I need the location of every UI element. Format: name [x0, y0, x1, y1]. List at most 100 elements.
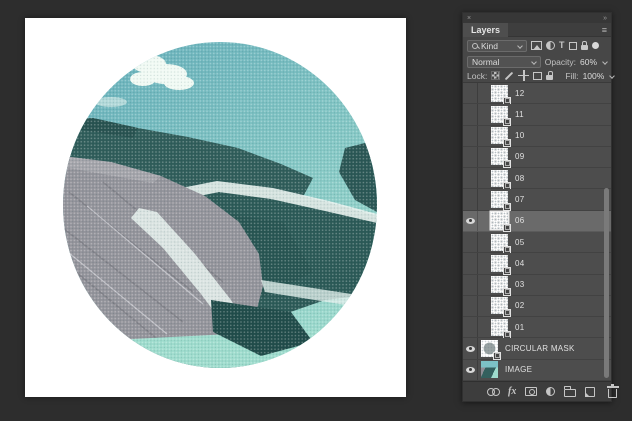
visibility-toggle[interactable] [463, 296, 478, 316]
lock-all-icon[interactable] [546, 75, 553, 80]
chevron-down-icon [517, 43, 523, 49]
layer-row[interactable]: 10 [463, 126, 611, 147]
panel-menu-icon[interactable]: ≡ [602, 25, 607, 35]
layer-thumbnail[interactable] [491, 170, 508, 187]
layer-name[interactable]: 07 [515, 195, 525, 204]
layer-name[interactable]: 03 [515, 280, 525, 289]
visibility-toggle[interactable] [463, 211, 478, 231]
visibility-toggle[interactable] [463, 189, 478, 209]
visibility-toggle[interactable] [463, 104, 478, 124]
add-layer-mask-icon[interactable] [525, 387, 537, 396]
chevron-down-icon [531, 59, 537, 65]
layer-row[interactable]: 09 [463, 147, 611, 168]
type-layer-filter-icon[interactable]: T [559, 41, 565, 50]
filter-kind-select[interactable]: Kind [467, 40, 527, 52]
layer-thumbnail[interactable] [491, 85, 508, 102]
lock-position-icon[interactable] [518, 70, 529, 81]
visibility-toggle[interactable] [463, 317, 478, 337]
visibility-toggle[interactable] [463, 126, 478, 146]
layer-name[interactable]: IMAGE [505, 365, 532, 374]
delete-layer-icon[interactable] [608, 389, 617, 398]
layer-thumbnail[interactable] [491, 297, 508, 314]
lock-artboard-icon[interactable] [533, 72, 542, 80]
layer-thumbnail[interactable] [481, 340, 498, 357]
scrollbar[interactable] [603, 83, 610, 381]
layer-thumbnail[interactable] [491, 255, 508, 272]
layer-row[interactable]: 04 [463, 253, 611, 274]
layer-row[interactable]: 11 [463, 104, 611, 125]
lock-label: Lock: [467, 71, 487, 81]
layer-name[interactable]: 08 [515, 174, 525, 183]
visibility-toggle[interactable] [463, 147, 478, 167]
visibility-toggle[interactable] [463, 168, 478, 188]
layer-thumbnail[interactable] [491, 106, 508, 123]
layer-thumbnail[interactable] [491, 191, 508, 208]
visibility-toggle[interactable] [463, 253, 478, 273]
layer-name[interactable]: 09 [515, 152, 525, 161]
layer-name[interactable]: 06 [515, 216, 525, 225]
visibility-toggle[interactable] [463, 360, 478, 380]
layer-name[interactable]: 01 [515, 323, 525, 332]
layer-row[interactable]: 01 [463, 317, 611, 338]
document-canvas[interactable] [25, 18, 406, 397]
layer-row[interactable]: 05 [463, 232, 611, 253]
halftone-circle-artwork [63, 42, 377, 368]
layer-row[interactable]: 12 [463, 83, 611, 104]
blend-mode-value: Normal [472, 57, 499, 67]
scrollbar-thumb[interactable] [604, 188, 609, 378]
adjustment-layer-filter-icon[interactable] [546, 41, 555, 50]
layers-panel: × » Layers ≡ Kind T Normal Opaci [462, 12, 612, 402]
layer-row[interactable]: 07 [463, 189, 611, 210]
layer-name[interactable]: 11 [515, 110, 524, 119]
layer-row[interactable]: 06 [463, 211, 611, 232]
eye-icon [466, 346, 475, 352]
layer-name[interactable]: CIRCULAR MASK [505, 344, 575, 353]
chevron-down-icon[interactable] [609, 73, 615, 79]
opacity-label: Opacity: [545, 57, 576, 67]
tab-layers[interactable]: Layers [463, 23, 508, 37]
pixel-layer-filter-icon[interactable] [531, 41, 542, 50]
layer-thumbnail[interactable] [481, 361, 498, 378]
close-icon[interactable]: × [467, 14, 471, 23]
layer-thumbnail[interactable] [491, 148, 508, 165]
visibility-toggle[interactable] [463, 83, 478, 103]
fill-value[interactable]: 100% [583, 71, 605, 81]
filter-toggle-icon[interactable] [592, 42, 599, 49]
blend-mode-select[interactable]: Normal [467, 56, 541, 68]
layer-name[interactable]: 10 [515, 131, 525, 140]
layer-name[interactable]: 05 [515, 238, 525, 247]
layer-thumbnail[interactable] [491, 319, 508, 336]
eye-icon [466, 218, 475, 224]
new-layer-icon[interactable] [585, 387, 595, 397]
panel-toolbar: fx [463, 381, 611, 401]
lock-transparency-icon[interactable] [491, 71, 500, 80]
layer-name[interactable]: 12 [515, 89, 525, 98]
link-layers-icon[interactable] [487, 388, 499, 395]
fill-label: Fill: [565, 71, 578, 81]
new-group-icon[interactable] [564, 389, 576, 397]
layer-thumbnail[interactable] [491, 234, 508, 251]
photoshop-workspace: × » Layers ≡ Kind T Normal Opaci [0, 0, 632, 421]
panel-tabbar: Layers ≡ [463, 23, 611, 37]
layer-thumbnail[interactable] [491, 127, 508, 144]
chevron-down-icon[interactable] [602, 59, 608, 65]
smart-object-filter-icon[interactable] [581, 45, 588, 50]
layer-style-fx-icon[interactable]: fx [508, 387, 516, 397]
layer-thumbnail[interactable] [491, 276, 508, 293]
layer-name[interactable]: 02 [515, 301, 525, 310]
layer-row[interactable]: CIRCULAR MASK [463, 338, 611, 359]
shape-layer-filter-icon[interactable] [569, 42, 577, 50]
visibility-toggle[interactable] [463, 275, 478, 295]
layer-thumbnail[interactable] [491, 212, 508, 229]
layer-row[interactable]: 08 [463, 168, 611, 189]
visibility-toggle[interactable] [463, 338, 478, 358]
layer-name[interactable]: 04 [515, 259, 525, 268]
new-adjustment-layer-icon[interactable] [546, 387, 555, 396]
layer-row[interactable]: IMAGE [463, 360, 611, 381]
visibility-toggle[interactable] [463, 232, 478, 252]
layer-row[interactable]: 03 [463, 275, 611, 296]
layer-row[interactable]: 02 [463, 296, 611, 317]
opacity-value[interactable]: 60% [580, 57, 597, 67]
lock-paint-icon[interactable] [505, 71, 513, 79]
collapse-panel-icon[interactable]: » [603, 14, 607, 23]
